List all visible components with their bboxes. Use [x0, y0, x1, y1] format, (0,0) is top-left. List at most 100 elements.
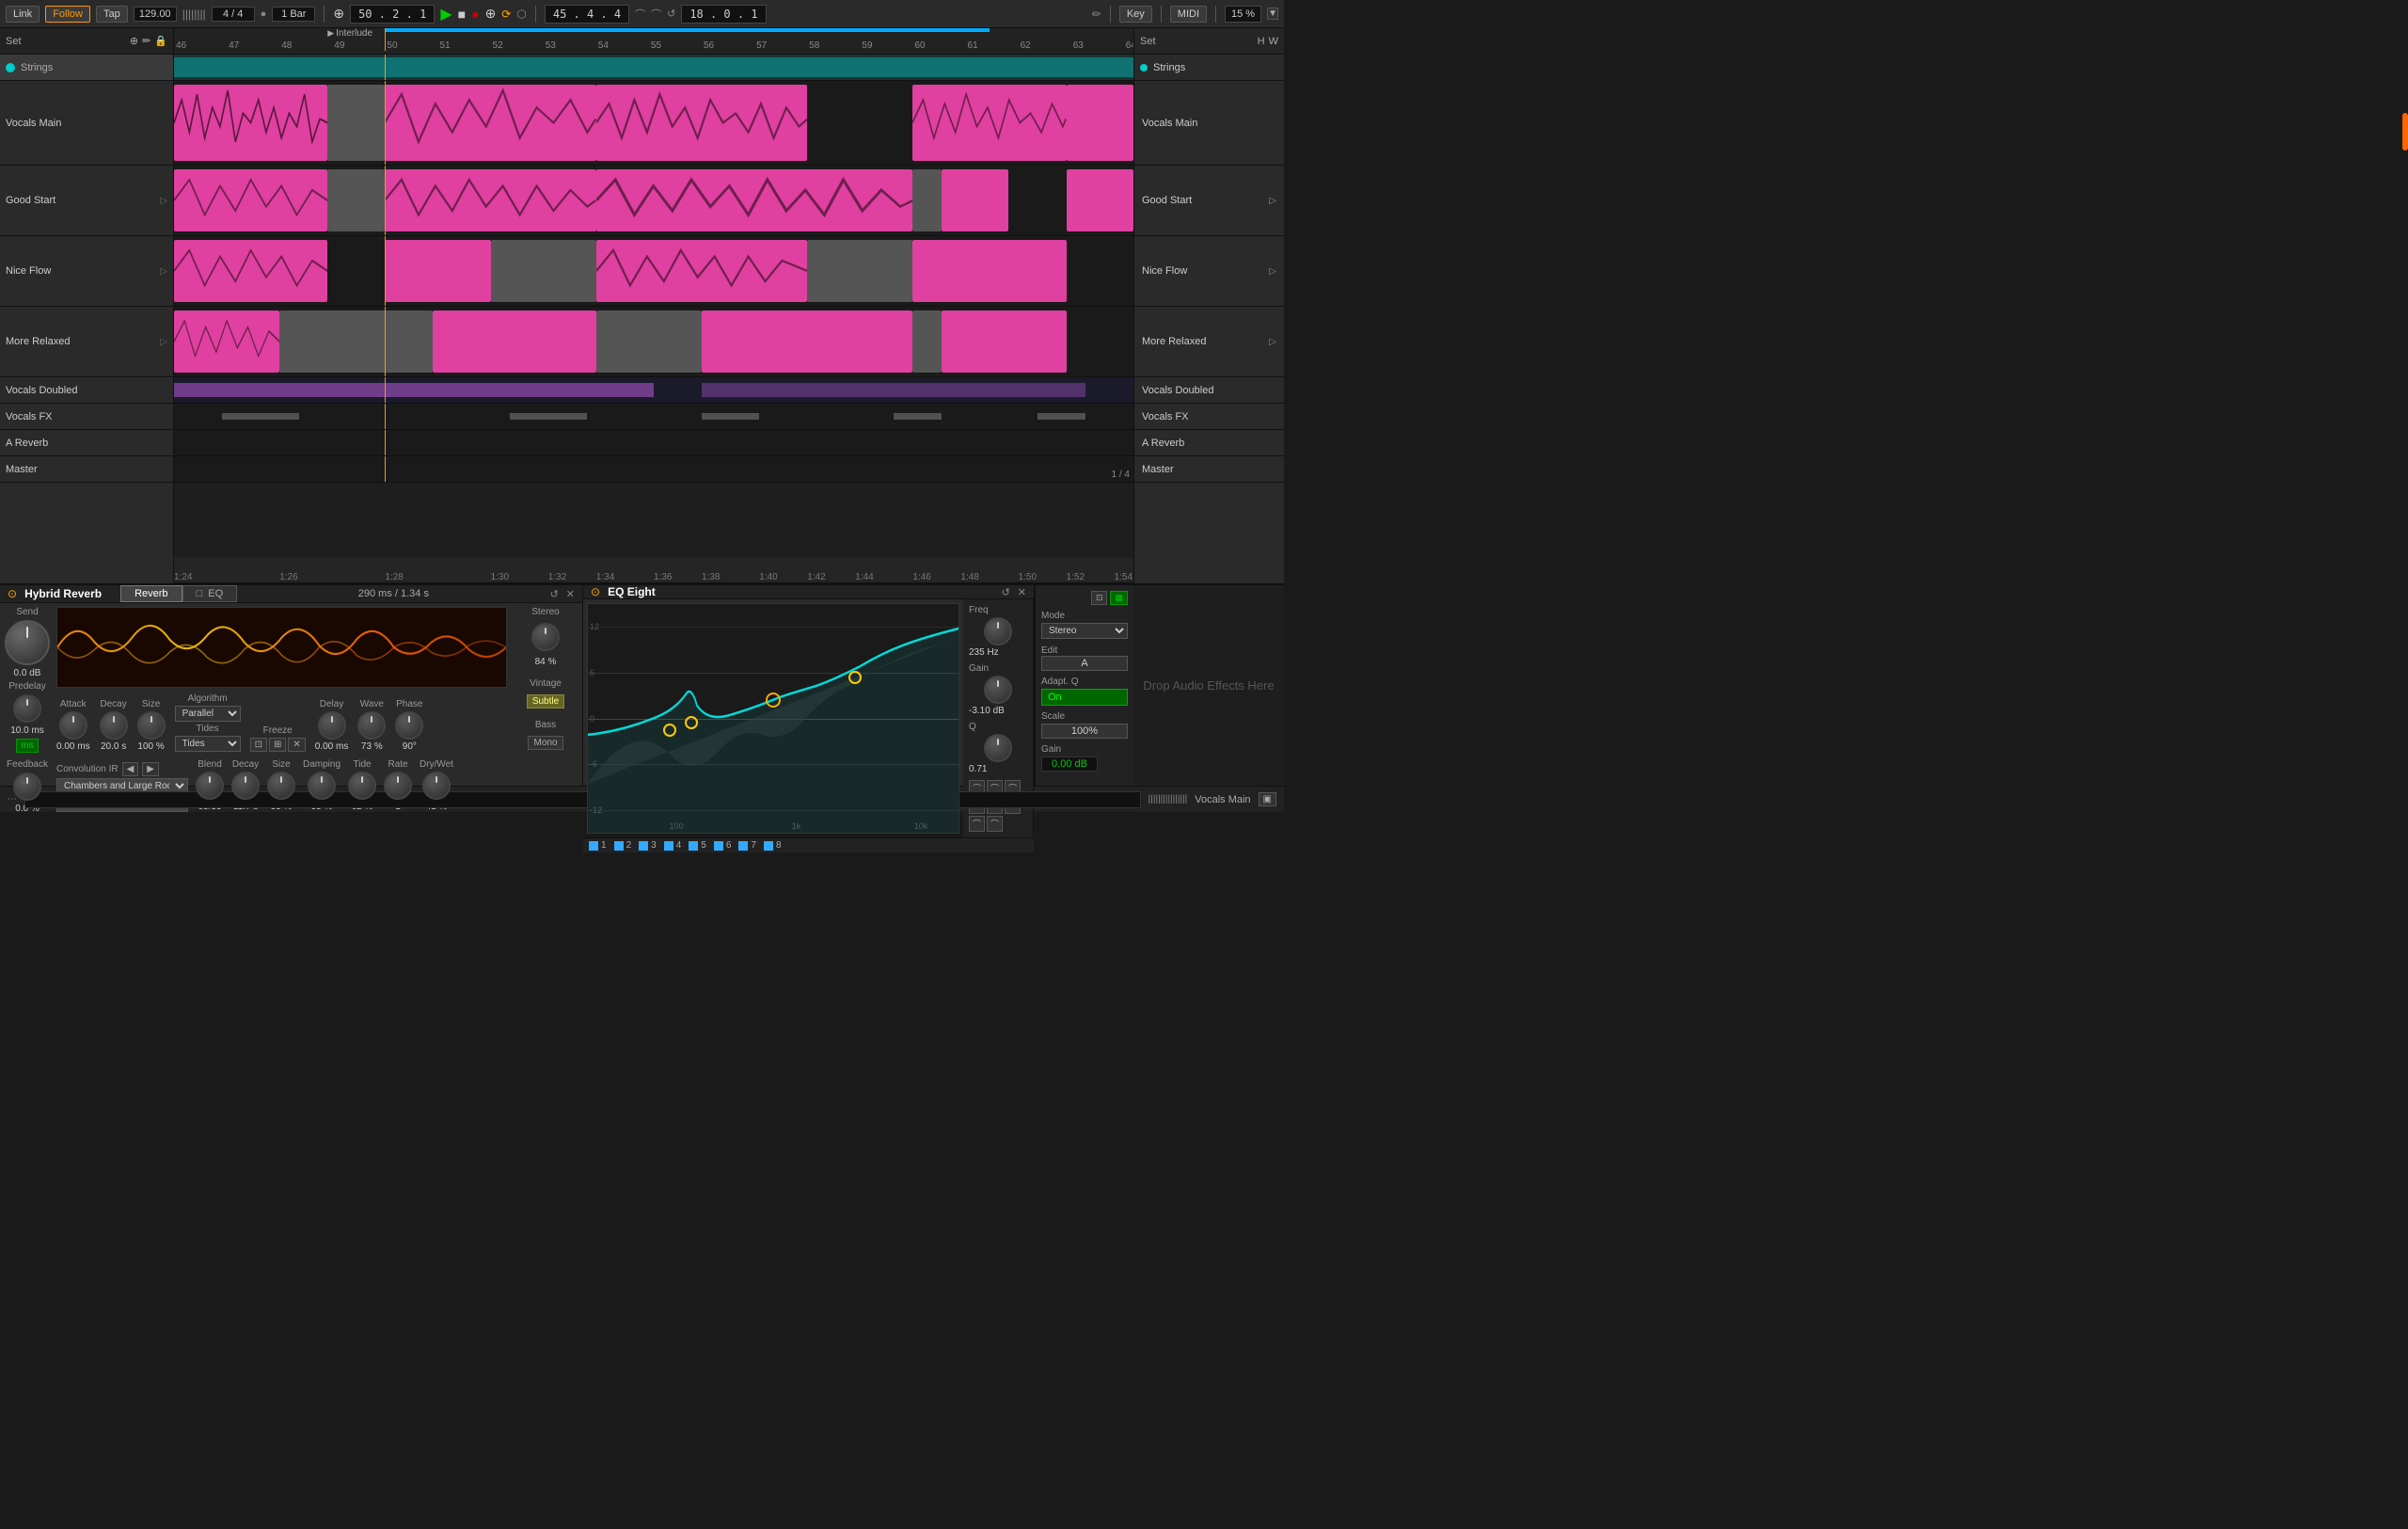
- minus-icon[interactable]: ✏: [142, 35, 150, 47]
- eq-band-3[interactable]: 3: [639, 840, 657, 851]
- time-sig-display[interactable]: 4 / 4: [212, 7, 255, 22]
- stereo-knob[interactable]: [531, 623, 560, 651]
- track-header-good-start[interactable]: Good Start ▷: [0, 166, 173, 236]
- good-start-track-content[interactable]: [174, 166, 1133, 236]
- status-expand-icon[interactable]: ⋯: [8, 794, 17, 804]
- vocals-doubled-track-content[interactable]: [174, 377, 1133, 404]
- zoom-display[interactable]: 15 %: [1225, 6, 1261, 23]
- freeze-btn-2[interactable]: ⊞: [269, 738, 286, 752]
- good-start-clip-5[interactable]: [1067, 169, 1133, 231]
- scene-item-strings[interactable]: Strings: [1134, 55, 1284, 81]
- more-relaxed-clip-4[interactable]: [942, 311, 1067, 373]
- reverb-tab-eq[interactable]: □ EQ: [182, 585, 238, 602]
- track-header-more-relaxed[interactable]: More Relaxed ▷: [0, 307, 173, 377]
- h-button[interactable]: H: [1258, 36, 1265, 47]
- track-header-strings[interactable]: Strings: [0, 55, 173, 81]
- track-header-nice-flow[interactable]: Nice Flow ▷: [0, 236, 173, 307]
- freq-knob[interactable]: [984, 617, 1012, 645]
- reverb-tab-reverb[interactable]: Reverb: [120, 585, 182, 602]
- eq-band-5[interactable]: 5: [689, 840, 706, 851]
- vocals-clip-2[interactable]: [385, 85, 595, 161]
- midi-button[interactable]: MIDI: [1170, 6, 1207, 23]
- reverb-power-icon[interactable]: ⊙: [8, 587, 17, 600]
- feedback-knob[interactable]: [13, 772, 41, 801]
- reverb-reset-icon[interactable]: ↺: [550, 588, 559, 600]
- scene-master[interactable]: Master: [1134, 456, 1284, 483]
- eq-settings-btn[interactable]: ⊡: [1091, 591, 1108, 605]
- conv-prev-btn[interactable]: ◀: [122, 762, 139, 776]
- bass-value-badge[interactable]: Mono: [528, 736, 562, 750]
- scene-a-reverb[interactable]: A Reverb: [1134, 430, 1284, 456]
- send-knob[interactable]: [5, 620, 50, 665]
- size-knob[interactable]: [137, 711, 166, 740]
- track-header-a-reverb[interactable]: A Reverb: [0, 430, 173, 456]
- nice-flow-clip-3[interactable]: [596, 240, 807, 302]
- track-header-vocals-fx[interactable]: Vocals FX: [0, 404, 173, 430]
- track-header-master[interactable]: Master: [0, 456, 173, 483]
- w-button[interactable]: W: [1269, 36, 1278, 47]
- eq-band-dot-2[interactable]: [685, 716, 698, 729]
- tides-select[interactable]: Tides: [175, 736, 241, 752]
- eq-meter-btn[interactable]: ▦: [1110, 591, 1128, 605]
- vocals-clip-4[interactable]: [912, 85, 1066, 161]
- conv-next-btn[interactable]: ▶: [142, 762, 159, 776]
- nice-flow-clip-1[interactable]: [174, 240, 327, 302]
- vintage-value-badge[interactable]: Subtle: [527, 694, 564, 709]
- eq-reset-icon[interactable]: ↺: [1002, 586, 1010, 598]
- attack-knob[interactable]: [59, 711, 87, 740]
- vocals-clip-5[interactable]: [1067, 85, 1133, 161]
- more-relaxed-clip-2[interactable]: [433, 311, 595, 373]
- key-button[interactable]: Key: [1119, 6, 1152, 23]
- bpm-display[interactable]: 129.00: [134, 7, 177, 22]
- position-display-3[interactable]: 18 . 0 . 1: [681, 5, 766, 24]
- vocals-clip-1[interactable]: [174, 85, 327, 161]
- stop-button[interactable]: ■: [458, 7, 466, 22]
- eq-band-dot-3[interactable]: [766, 693, 781, 708]
- wave-knob[interactable]: [357, 711, 386, 740]
- scale-value[interactable]: 100%: [1041, 724, 1128, 739]
- eq-power-icon[interactable]: ⊙: [591, 585, 600, 598]
- freeze-btn-3[interactable]: ✕: [288, 738, 305, 752]
- status-action-btn[interactable]: ▣: [1259, 792, 1276, 806]
- beat-ruler[interactable]: 46 47 48 49 50 51 52 53 54 55 56 57 58 5…: [174, 28, 1133, 55]
- tap-button[interactable]: Tap: [96, 6, 128, 23]
- more-relaxed-clip-1[interactable]: [174, 311, 279, 373]
- add-scene-button[interactable]: ⊕: [485, 6, 497, 22]
- play-button[interactable]: ▶: [440, 5, 452, 24]
- good-start-clip-4[interactable]: [942, 169, 1008, 231]
- decay2-knob[interactable]: [231, 772, 260, 800]
- follow-button[interactable]: Follow: [45, 6, 90, 23]
- delay-knob[interactable]: [318, 711, 346, 740]
- eq-band-dot-4[interactable]: [848, 671, 862, 684]
- scene-good-start[interactable]: Good Start ▷: [1134, 166, 1284, 236]
- add-button[interactable]: ⊕: [333, 6, 344, 22]
- loop-mode-display[interactable]: 1 Bar: [272, 7, 315, 22]
- predelay-knob[interactable]: [13, 694, 41, 723]
- vocals-fx-track-content[interactable]: [174, 404, 1133, 430]
- good-start-clip-2[interactable]: [385, 169, 595, 231]
- scene-more-relaxed[interactable]: More Relaxed ▷: [1134, 307, 1284, 377]
- filter-type-btn-8[interactable]: ⌒: [987, 816, 1003, 832]
- algorithm-select[interactable]: Parallel: [175, 706, 241, 722]
- track-header-vocals-main[interactable]: Vocals Main: [0, 81, 173, 166]
- good-start-clip-1[interactable]: [174, 169, 327, 231]
- track-header-vocals-doubled[interactable]: Vocals Doubled: [0, 377, 173, 404]
- scene-vocals-fx[interactable]: Vocals FX: [1134, 404, 1284, 430]
- more-relaxed-track-content[interactable]: [174, 307, 1133, 377]
- position-display-1[interactable]: 50 . 2 . 1: [350, 5, 435, 24]
- eq-band-4[interactable]: 4: [664, 840, 682, 851]
- time-ruler[interactable]: 1:24 1:26 1:28 1:30 1:32 1:34 1:36 1:38 …: [174, 557, 1133, 583]
- eq-band-6[interactable]: 6: [714, 840, 732, 851]
- gain2-value[interactable]: 0.00 dB: [1041, 757, 1098, 772]
- nice-flow-clip-2[interactable]: [385, 240, 490, 302]
- ms-button[interactable]: ms: [16, 739, 38, 753]
- mode-select[interactable]: Stereo: [1041, 623, 1128, 639]
- eq-band-8[interactable]: 8: [764, 840, 782, 851]
- dry-wet-knob[interactable]: [422, 772, 451, 800]
- nice-flow-track-content[interactable]: [174, 236, 1133, 307]
- plus-icon[interactable]: ⊕: [130, 35, 138, 47]
- filter-type-btn-7[interactable]: ⌒: [969, 816, 985, 832]
- eq-band-1[interactable]: 1: [589, 840, 607, 851]
- nice-flow-clip-4[interactable]: [912, 240, 1066, 302]
- position-display-2[interactable]: 45 . 4 . 4: [545, 5, 629, 24]
